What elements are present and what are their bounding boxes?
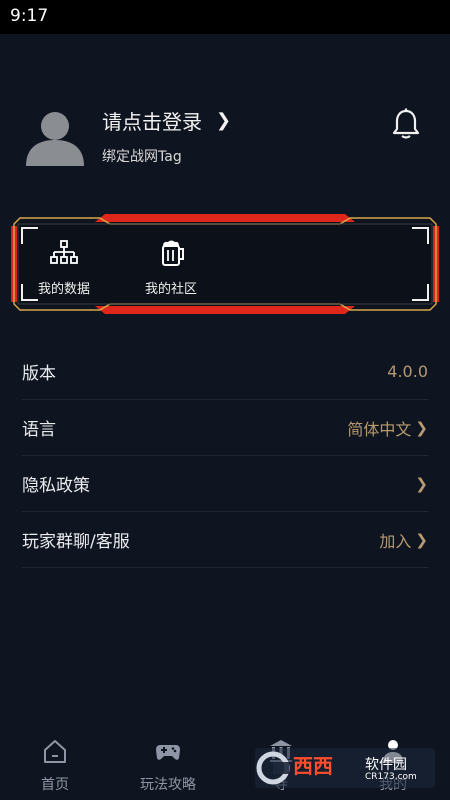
- join-label: 加入: [379, 531, 412, 551]
- gamepad-icon: [156, 745, 180, 760]
- nav-guides[interactable]: 玩法攻略: [123, 738, 213, 794]
- my-community-label: 我的社区: [144, 282, 197, 297]
- language-current: 简体中文: [347, 419, 412, 439]
- my-data-label: 我的数据: [37, 282, 90, 297]
- group-chat-label: 玩家群聊/客服: [22, 532, 130, 552]
- nav-home[interactable]: 首页: [10, 738, 100, 794]
- settings-row-version: 版本 4.0.0: [22, 344, 428, 400]
- chevron-right-icon: ❯: [415, 530, 428, 549]
- watermark-logo: [255, 748, 435, 788]
- status-bar: 9:17: [0, 0, 450, 34]
- watermark-domain: CR173.com: [365, 772, 417, 782]
- beer-mug-icon: [162, 240, 184, 266]
- watermark-brand: 西西: [293, 754, 333, 778]
- settings-row-privacy[interactable]: 隐私政策 ❯: [22, 456, 428, 512]
- chevron-right-icon: ❯: [216, 110, 232, 131]
- login-prompt[interactable]: 请点击登录 ❯: [102, 106, 231, 135]
- version-label: 版本: [22, 364, 56, 384]
- privacy-label: 隐私政策: [22, 476, 90, 496]
- data-card: 我的数据 我的社区: [10, 214, 440, 314]
- language-label: 语言: [22, 420, 56, 440]
- group-chat-value: 加入 ❯: [379, 528, 428, 552]
- hierarchy-icon: [50, 240, 78, 264]
- nav-guides-label: 玩法攻略: [140, 777, 196, 793]
- settings-row-language[interactable]: 语言 简体中文 ❯: [22, 400, 428, 456]
- chevron-right-icon: ❯: [415, 418, 428, 437]
- version-value: 4.0.0: [387, 362, 428, 381]
- my-community-button[interactable]: 我的社区: [121, 238, 221, 297]
- login-title: 请点击登录: [102, 110, 202, 134]
- language-value: 简体中文 ❯: [347, 416, 428, 440]
- my-data-button[interactable]: 我的数据: [14, 238, 114, 297]
- avatar-icon[interactable]: [26, 108, 84, 166]
- settings-row-group-chat[interactable]: 玩家群聊/客服 加入 ❯: [22, 512, 428, 568]
- watermark-name: 软件园: [365, 757, 407, 773]
- version-number: 4.0.0: [387, 362, 428, 381]
- nav-home-label: 首页: [41, 777, 69, 793]
- bind-battlenet-link[interactable]: 绑定战网Tag: [102, 146, 182, 166]
- watermark: 西西 软件园 CR173.com: [255, 748, 435, 788]
- home-icon: [44, 740, 66, 763]
- privacy-value: ❯: [411, 475, 428, 493]
- status-time: 9:17: [10, 6, 49, 26]
- chevron-right-icon: ❯: [415, 474, 428, 493]
- bell-icon[interactable]: [392, 108, 420, 140]
- settings-list: 版本 4.0.0 语言 简体中文 ❯ 隐私政策 ❯ 玩家群聊/客服 加入 ❯: [22, 344, 428, 568]
